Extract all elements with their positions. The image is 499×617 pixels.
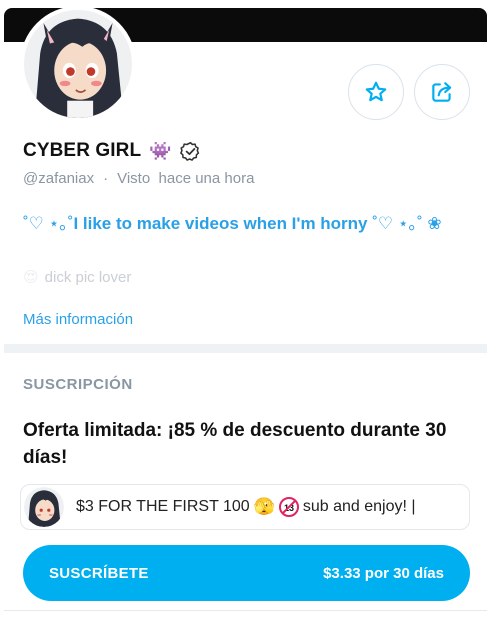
promo-text-end: sub and enjoy! |	[302, 498, 416, 515]
last-seen: Visto hace una hora	[117, 170, 255, 187]
promo-avatar-illustration	[24, 487, 64, 527]
subscription-section-title: SUSCRIPCIÓN	[23, 376, 133, 393]
share-icon	[432, 82, 452, 102]
bottom-divider	[4, 610, 487, 611]
under-13-badge-icon: 13	[278, 497, 299, 517]
peeking-face-emoji: 🫣	[253, 497, 275, 516]
faded-bio-text: dick pic lover	[44, 268, 132, 286]
more-info-link[interactable]: Más información	[23, 311, 133, 328]
promo-text-start: $3 FOR THE FIRST 100	[76, 498, 250, 515]
profile-handle: @zafaniax	[23, 170, 95, 187]
profile-name-row: CYBER GIRL 👾	[23, 140, 201, 162]
bio-suffix: ˚♡ ⋆｡˚ ❀	[372, 214, 442, 233]
subscribe-button-label: SUSCRÍBETE	[49, 564, 149, 582]
bio-text: I like to make videos when I'm horny	[73, 214, 368, 233]
verified-icon	[179, 141, 199, 161]
meta-separator: ·	[103, 170, 109, 187]
promo-text: $3 FOR THE FIRST 100 🫣 13 sub and enjoy!…	[76, 497, 416, 517]
alien-monster-emoji: 👾	[149, 140, 172, 161]
profile-meta: @zafaniax · Visto hace una hora	[23, 170, 254, 187]
favorite-button[interactable]	[348, 64, 404, 120]
heart-eyes-emoji: 😍	[23, 269, 39, 286]
bio-prefix: ˚♡ ⋆｡˚	[23, 214, 74, 233]
profile-name: CYBER GIRL	[23, 140, 142, 161]
share-button[interactable]	[414, 64, 470, 120]
subscribe-button[interactable]: SUSCRÍBETE $3.33 por 30 días	[23, 545, 470, 601]
profile-bio: ˚♡ ⋆｡˚I like to make videos when I'm hor…	[23, 209, 442, 234]
section-divider	[4, 344, 487, 353]
limited-offer-text: Oferta limitada: ¡85 % de descuento dura…	[23, 420, 447, 468]
avatar-illustration	[24, 10, 132, 118]
promo-message: $3 FOR THE FIRST 100 🫣 13 sub and enjoy!…	[20, 484, 470, 530]
star-icon	[365, 81, 387, 102]
profile-avatar[interactable]	[20, 6, 136, 122]
bio-faded-line: 😍 dick pic lover	[23, 268, 132, 287]
subscribe-button-price: $3.33 por 30 días	[323, 564, 444, 582]
promo-avatar	[24, 487, 64, 527]
